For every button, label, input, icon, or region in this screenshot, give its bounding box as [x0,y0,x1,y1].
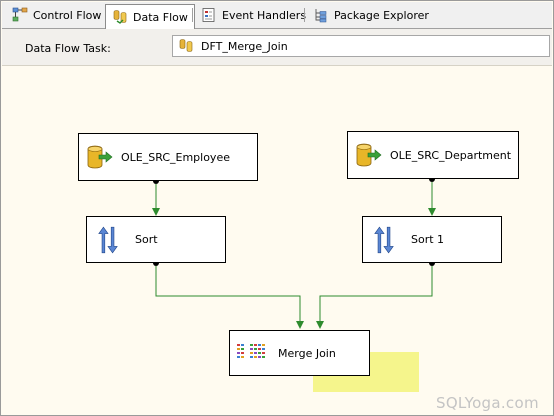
ole-db-source-icon [356,143,382,167]
tab-data-flow-label: Data Flow [133,10,188,24]
sort-icon [98,226,118,253]
tab-control-flow-label: Control Flow [33,8,102,22]
control-flow-icon [12,7,28,22]
design-surface[interactable]: OLE_SRC_Employee OLE_SRC_Department Sort [2,66,552,414]
designer-window: Control Flow Data Flow Event Handlers Pa… [0,0,554,416]
tab-event-handlers-label: Event Handlers [222,8,307,22]
path-sort1-to-merge-join[interactable] [319,266,433,328]
node-sort[interactable]: Sort [86,216,226,263]
tab-separator [304,8,305,22]
arrowhead [428,208,436,216]
data-flow-task-select[interactable]: DFT_Merge_Join [172,35,550,57]
node-label: Sort 1 [411,233,445,246]
path-sort-to-merge-join[interactable] [155,266,301,328]
tab-package-explorer-label: Package Explorer [334,8,429,22]
watermark: SQLYoga.com [436,394,539,412]
task-selector-row: Data Flow Task: DFT_Merge_Join [2,29,552,66]
data-flow-task-value: DFT_Merge_Join [201,39,288,53]
node-label: OLE_SRC_Employee [121,150,230,164]
arrowhead [296,321,304,329]
sort-icon [374,226,394,253]
tab-event-handlers[interactable]: Event Handlers [195,4,312,26]
tab-separator [192,8,193,22]
tab-control-flow[interactable]: Control Flow [6,4,107,26]
arrowhead [316,321,324,329]
designer-tab-bar: Control Flow Data Flow Event Handlers Pa… [2,2,552,29]
merge-join-icon [237,344,265,358]
package-explorer-icon [315,9,327,23]
node-ole-src-employee[interactable]: OLE_SRC_Employee [78,133,258,181]
tab-data-flow[interactable]: Data Flow [105,4,195,29]
data-flow-task-icon [179,39,193,52]
node-label: Sort [135,233,158,246]
data-flow-task-label: Data Flow Task: [25,42,111,55]
node-merge-join[interactable]: Merge Join [229,330,370,376]
arrowhead [152,208,160,216]
event-handlers-icon [202,8,215,22]
node-label: OLE_SRC_Department [390,148,512,162]
data-flow-icon [113,10,127,24]
node-ole-src-department[interactable]: OLE_SRC_Department [347,131,519,179]
ole-db-source-icon [87,145,113,169]
node-sort-1[interactable]: Sort 1 [362,216,502,263]
node-label: Merge Join [278,346,336,360]
tab-package-explorer[interactable]: Package Explorer [307,4,435,26]
